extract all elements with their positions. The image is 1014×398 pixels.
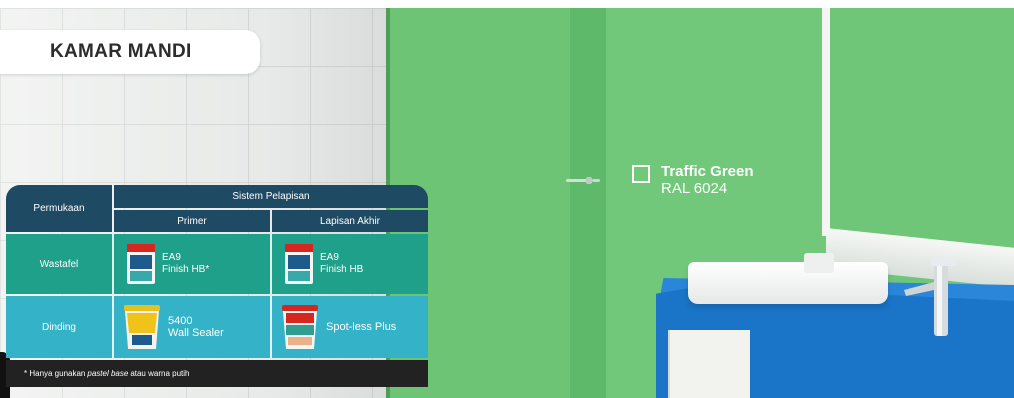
primer-cell: 5400 Wall Sealer — [114, 296, 270, 358]
primer-detail: Wall Sealer — [168, 327, 224, 339]
table-row: Wastafel EA9 Finish HB* EA9 Finish HB — [6, 234, 428, 294]
room-title-badge: KAMAR MANDI — [0, 30, 260, 74]
coating-system-table: Permukaan Sistem Pelapisan Primer Lapisa… — [6, 185, 428, 387]
room-title: KAMAR MANDI — [50, 41, 192, 62]
finish-name: Spot-less Plus — [326, 321, 397, 333]
paint-can-icon — [285, 244, 313, 284]
color-name: Traffic Green — [661, 163, 754, 180]
soap-dish — [804, 253, 834, 273]
footnote: * Hanya gunakan pastel base atau warna p… — [6, 360, 428, 387]
finish-cell: Spot-less Plus — [272, 296, 428, 358]
finish-name: EA9 — [320, 252, 339, 263]
faucet-icon — [904, 258, 956, 336]
color-code: RAL 6024 — [661, 180, 728, 197]
paint-bucket-icon — [124, 305, 160, 349]
row-label-wastafel: Wastafel — [39, 258, 79, 270]
table-row: Dinding 5400 Wall Sealer Spot-less Plus — [6, 296, 428, 358]
cabinet — [668, 330, 750, 398]
header-system: Sistem Pelapisan — [114, 185, 428, 208]
primer-name: EA9 — [162, 252, 181, 263]
color-swatch-icon — [632, 165, 650, 183]
paint-can-icon — [127, 244, 155, 284]
header-finish: Lapisan Akhir — [272, 210, 428, 232]
row-label-dinding: Dinding — [42, 321, 76, 333]
door-handle-icon — [566, 177, 600, 184]
primer-name: 5400 — [168, 315, 193, 327]
finish-detail: Finish HB — [320, 264, 364, 275]
paint-bucket-icon — [282, 305, 318, 349]
header-surface: Permukaan — [6, 185, 112, 232]
header-primer: Primer — [114, 210, 270, 232]
finish-cell: EA9 Finish HB — [272, 234, 428, 294]
sink — [688, 262, 888, 304]
primer-cell: EA9 Finish HB* — [114, 234, 270, 294]
primer-detail: Finish HB* — [162, 264, 210, 275]
